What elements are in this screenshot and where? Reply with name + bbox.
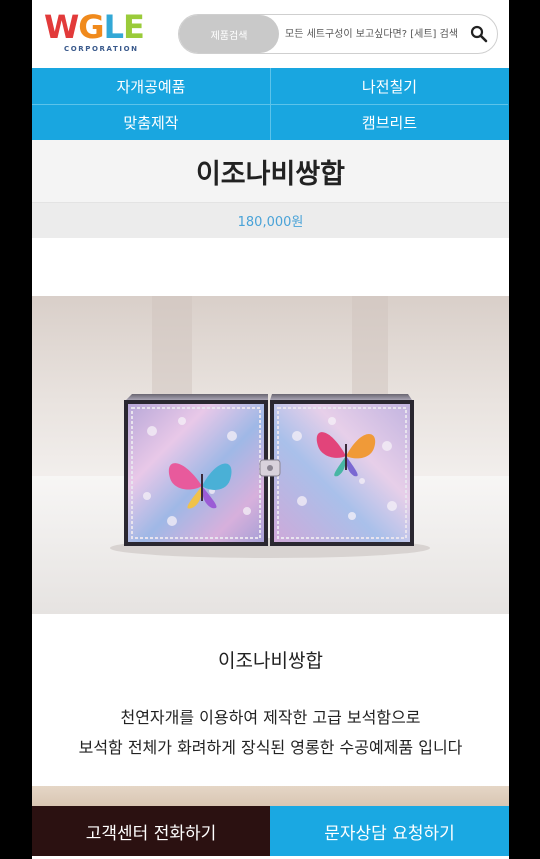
search-button[interactable] bbox=[469, 24, 489, 44]
page: WGLE CORPORATION 제품검색 자개공예품 나전칠기 맞춤제작 캠브… bbox=[32, 0, 509, 859]
logo-subtitle: CORPORATION bbox=[64, 45, 139, 53]
call-customer-center-button[interactable]: 고객센터 전화하기 bbox=[32, 806, 270, 856]
product-price: 180,000원 bbox=[237, 215, 304, 230]
nav-item-cambrit[interactable]: 캠브리트 bbox=[270, 104, 508, 140]
nav-item-custom-order[interactable]: 맞춤제작 bbox=[32, 104, 270, 140]
product-title-band: 이조나비쌍합 bbox=[32, 140, 509, 202]
product-description-line-1: 천연자개를 이용하여 제작한 고급 보석함으로 bbox=[120, 708, 421, 727]
search-bar: 제품검색 bbox=[178, 14, 498, 54]
price-band: 180,000원 bbox=[32, 202, 509, 238]
request-sms-consultation-button[interactable]: 문자상담 요청하기 bbox=[270, 806, 509, 856]
product-description-line-2: 보석함 전체가 화려하게 장식된 영롱한 수공예제품 입니다 bbox=[78, 738, 463, 757]
product-image bbox=[32, 296, 509, 614]
logo[interactable]: WGLE CORPORATION bbox=[44, 10, 162, 58]
search-category[interactable]: 제품검색 bbox=[179, 15, 279, 53]
header: WGLE CORPORATION 제품검색 bbox=[32, 0, 509, 68]
nav-item-najeonchilgi[interactable]: 나전칠기 bbox=[270, 68, 508, 104]
product-caption: 이조나비쌍합 bbox=[218, 650, 323, 672]
product-title: 이조나비쌍합 bbox=[195, 158, 346, 190]
search-input[interactable] bbox=[285, 15, 471, 53]
nav-item-mother-of-pearl-crafts[interactable]: 자개공예품 bbox=[32, 68, 270, 104]
category-nav: 자개공예품 나전칠기 맞춤제작 캠브리트 bbox=[32, 68, 509, 140]
search-icon bbox=[470, 25, 488, 43]
logo-word: WGLE bbox=[44, 8, 145, 46]
next-image-peek bbox=[32, 786, 509, 806]
